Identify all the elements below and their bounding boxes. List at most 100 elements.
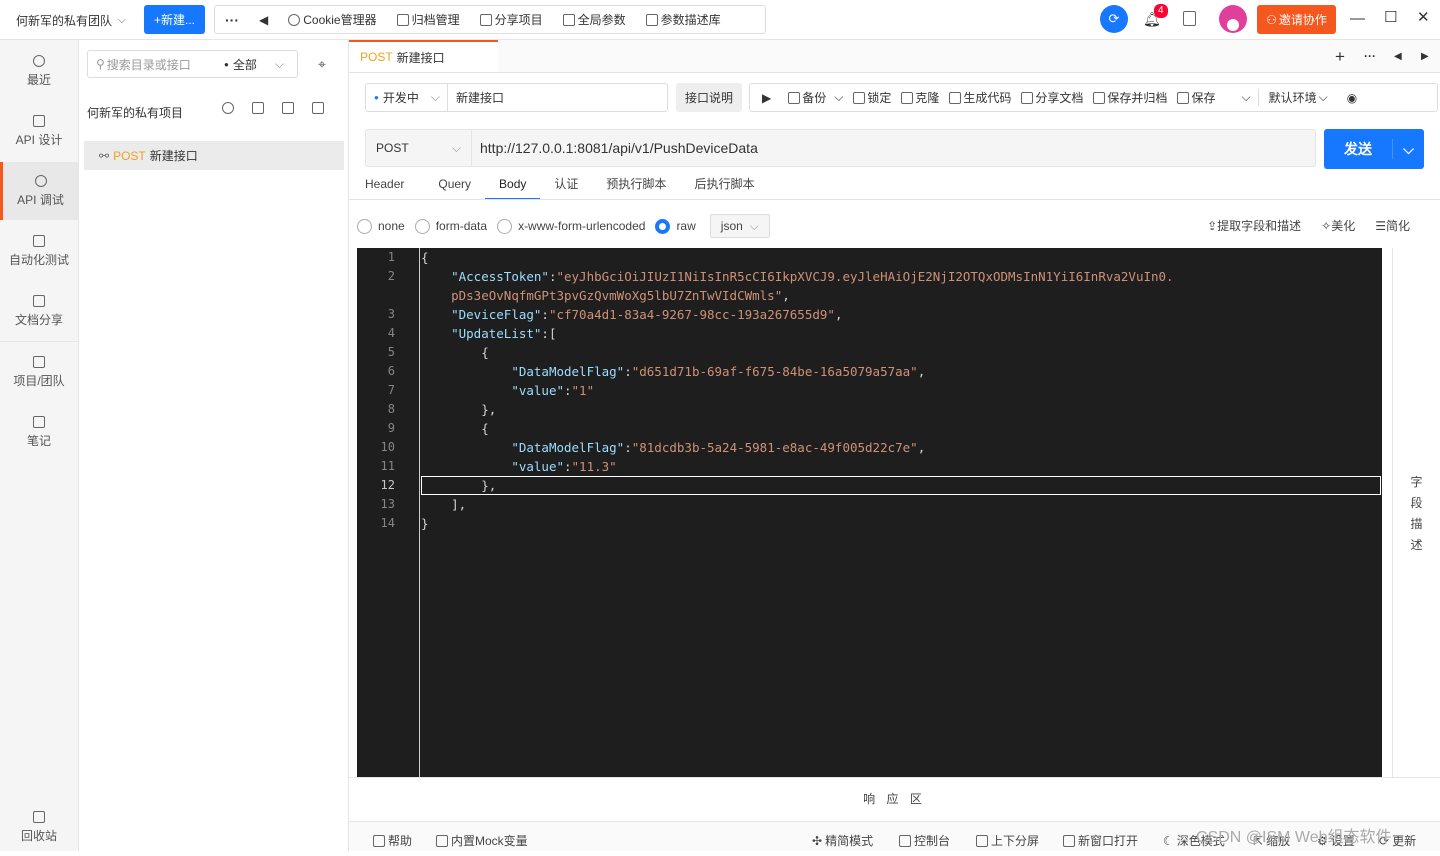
global-params-button[interactable]: 全局参数	[553, 11, 636, 28]
field-desc-panel-toggle[interactable]: 字 段 描 述	[1392, 248, 1440, 777]
code-editor[interactable]: 1 2 3 4 5 6 7 8 9 10 11 12 13 14 { "Acce…	[357, 248, 1382, 777]
tab-query[interactable]: Query	[418, 174, 485, 200]
api-desc-button[interactable]: 接口说明	[676, 83, 742, 112]
sort-icon[interactable]	[312, 102, 324, 114]
nav-api-design[interactable]: API 设计	[0, 102, 78, 160]
simplify-button[interactable]: ☰简化	[1375, 217, 1410, 234]
param-desc-lib-button[interactable]: 参数描述库	[636, 11, 731, 28]
eye-icon[interactable]: ◉	[1333, 91, 1362, 105]
chevron-down-icon[interactable]: ⌵	[1393, 141, 1424, 158]
cookie-manager-button[interactable]: Cookie管理器	[278, 11, 386, 28]
save-archive-button[interactable]: 保存并归档	[1088, 89, 1172, 106]
search-icon: ⚲	[96, 57, 105, 71]
nav-trash[interactable]: 回收站	[0, 798, 78, 856]
api-name-input[interactable]: 新建接口	[448, 89, 504, 106]
sync-icon[interactable]: ⟳	[1100, 5, 1128, 33]
help-button[interactable]: 帮助	[373, 832, 412, 849]
cookie-icon	[288, 13, 301, 26]
nav-project-team[interactable]: 项目/团队	[0, 343, 78, 401]
line-number: 1	[387, 250, 395, 264]
radio-none[interactable]: none	[357, 218, 405, 234]
cube-icon	[645, 13, 658, 26]
back-icon[interactable]: ◀	[249, 13, 278, 27]
maximize-icon[interactable]: ☐	[1384, 8, 1397, 26]
nav-doc-share[interactable]: 文档分享	[0, 282, 78, 340]
api-meta: ● 开发中 ⌵ 新建接口	[365, 83, 668, 112]
save-button[interactable]: 保存 ⌵	[1172, 89, 1255, 106]
minimize-icon[interactable]: —	[1350, 10, 1365, 27]
team-selector[interactable]: 何新军的私有团队 ⌵	[16, 12, 126, 29]
status-select[interactable]: ● 开发中 ⌵	[366, 84, 448, 111]
line-number: 11	[380, 459, 395, 473]
close-icon[interactable]: ✕	[1417, 8, 1430, 26]
tree-item[interactable]: ⚯ POST 新建接口	[84, 141, 344, 170]
tab-body[interactable]: Body	[485, 174, 541, 200]
tab-more-icon[interactable]: ···	[1364, 49, 1376, 63]
nav-recent[interactable]: 最近	[0, 42, 78, 100]
chevron-down-icon: ⌵	[1318, 90, 1328, 104]
tab-next-icon[interactable]: ▶	[1421, 51, 1429, 62]
format-select[interactable]: json ⌵	[709, 214, 770, 238]
tab-prev-icon[interactable]: ◀	[1394, 51, 1402, 62]
chevron-down-icon: ⌵	[1241, 90, 1251, 104]
backup-button[interactable]: 备份 ⌵	[783, 89, 848, 106]
env-select[interactable]: 默认环境 ⌵	[1257, 89, 1333, 106]
nav-notes[interactable]: 笔记	[0, 403, 78, 461]
method-select[interactable]: POST ⌵	[366, 130, 472, 166]
filter-select[interactable]: ● 全部 ⌵	[224, 56, 284, 73]
extract-fields-button[interactable]: ⇪提取字段和描述	[1207, 217, 1301, 234]
tab-post-script[interactable]: 后执行脚本	[680, 174, 768, 200]
line-number: 12	[380, 478, 395, 492]
nav-api-debug[interactable]: API 调试	[0, 162, 78, 220]
new-button[interactable]: +新建...	[144, 5, 205, 34]
line-number: 13	[380, 497, 395, 511]
tab-pre-script[interactable]: 预执行脚本	[592, 174, 680, 200]
send-button[interactable]: 发送 ⌵	[1324, 129, 1424, 169]
body-actions: ⇪提取字段和描述 ✧美化 ☰简化	[1207, 217, 1410, 234]
lock-button[interactable]: 锁定	[848, 89, 896, 106]
split-view-button[interactable]: 上下分屏	[976, 832, 1039, 849]
search-input[interactable]: ⚲ 搜索目录或接口 ● 全部 ⌵	[87, 50, 298, 78]
compact-icon: ✣	[812, 833, 823, 848]
clone-button[interactable]: 克隆	[896, 89, 944, 106]
note-icon	[33, 415, 45, 428]
notes-icon[interactable]	[1183, 11, 1196, 29]
share-project-button[interactable]: 分享项目	[470, 11, 553, 28]
left-nav: 最近 API 设计 API 调试 自动化测试 文档分享 项目/团队 笔记 回收站	[0, 40, 79, 851]
share-doc-button[interactable]: 分享文档	[1016, 89, 1088, 106]
invite-button[interactable]: ⚇ 邀请协作	[1257, 5, 1336, 34]
locate-icon[interactable]: ⌖	[318, 56, 326, 73]
add-tab-icon[interactable]: +	[1335, 47, 1345, 67]
radio-raw[interactable]: raw	[655, 218, 696, 234]
generate-code-button[interactable]: 生成代码	[944, 89, 1016, 106]
share-icon	[479, 13, 492, 26]
compact-mode-button[interactable]: ✣ 精简模式	[812, 832, 873, 849]
new-folder-icon[interactable]	[252, 102, 264, 114]
new-window-button[interactable]: 新窗口打开	[1063, 832, 1138, 849]
tab-header[interactable]: Header	[365, 174, 418, 200]
mock-vars-button[interactable]: 内置Mock变量	[436, 832, 528, 849]
nav-automation[interactable]: 自动化测试	[0, 222, 78, 280]
archive-icon	[1093, 91, 1106, 104]
url-bar: POST ⌵ http://127.0.0.1:8081/api/v1/PushD…	[365, 129, 1316, 167]
more-icon[interactable]: ···	[215, 12, 249, 28]
import-icon[interactable]	[282, 102, 294, 114]
line-number: 7	[387, 383, 395, 397]
radio-form-data[interactable]: form-data	[414, 218, 487, 234]
save-icon	[1177, 91, 1190, 104]
project-icon	[33, 355, 45, 368]
tab-auth[interactable]: 认证	[540, 174, 592, 200]
archive-button[interactable]: 归档管理	[387, 11, 470, 28]
link-icon[interactable]	[222, 102, 234, 114]
avatar[interactable]	[1219, 5, 1247, 33]
response-area[interactable]: 响 应 区	[349, 777, 1440, 819]
run-icon[interactable]: ▶	[750, 91, 783, 105]
code-content[interactable]: { "AccessToken":"eyJhbGciOiJIUzI1NiIsInR…	[421, 248, 1381, 777]
console-button[interactable]: 控制台	[899, 832, 950, 849]
tab-new-api[interactable]: POST 新建接口	[349, 40, 498, 72]
url-input[interactable]: http://127.0.0.1:8081/api/v1/PushDeviceD…	[472, 140, 758, 156]
beautify-button[interactable]: ✧美化	[1321, 217, 1355, 234]
user-add-icon: ⚇	[1266, 12, 1277, 27]
clock-icon	[33, 54, 45, 67]
radio-urlencoded[interactable]: x-www-form-urlencoded	[497, 218, 645, 234]
